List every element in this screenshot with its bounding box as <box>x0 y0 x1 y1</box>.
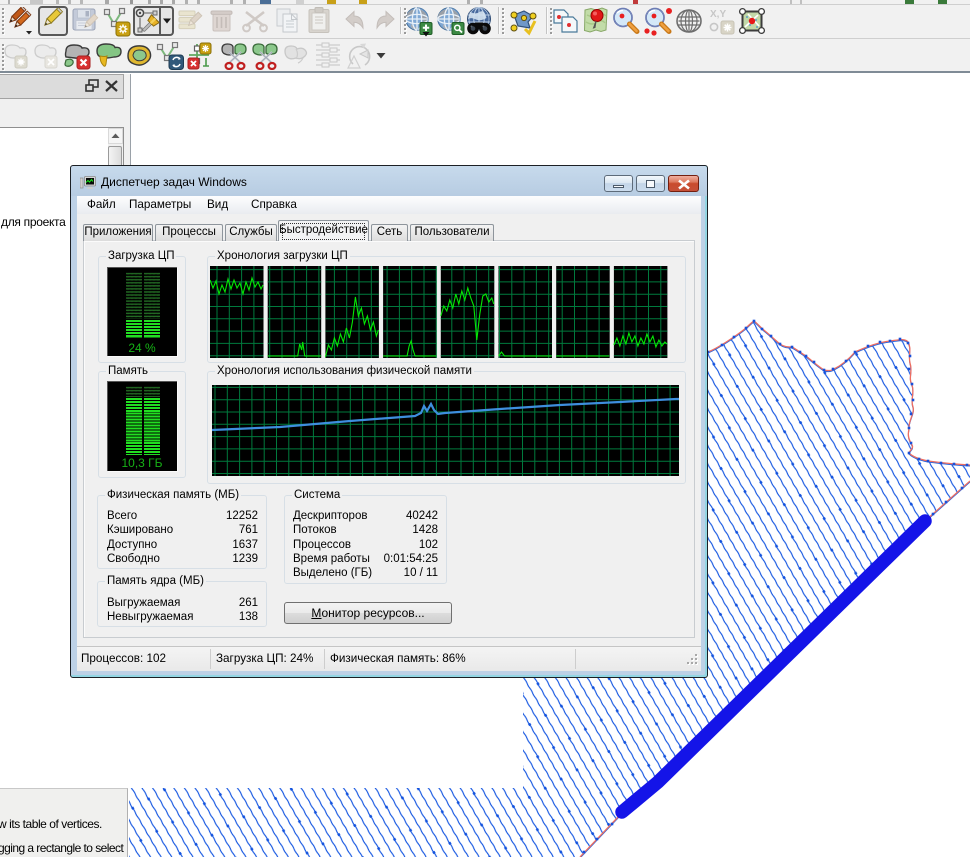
svg-text:X,Y: X,Y <box>710 9 726 20</box>
